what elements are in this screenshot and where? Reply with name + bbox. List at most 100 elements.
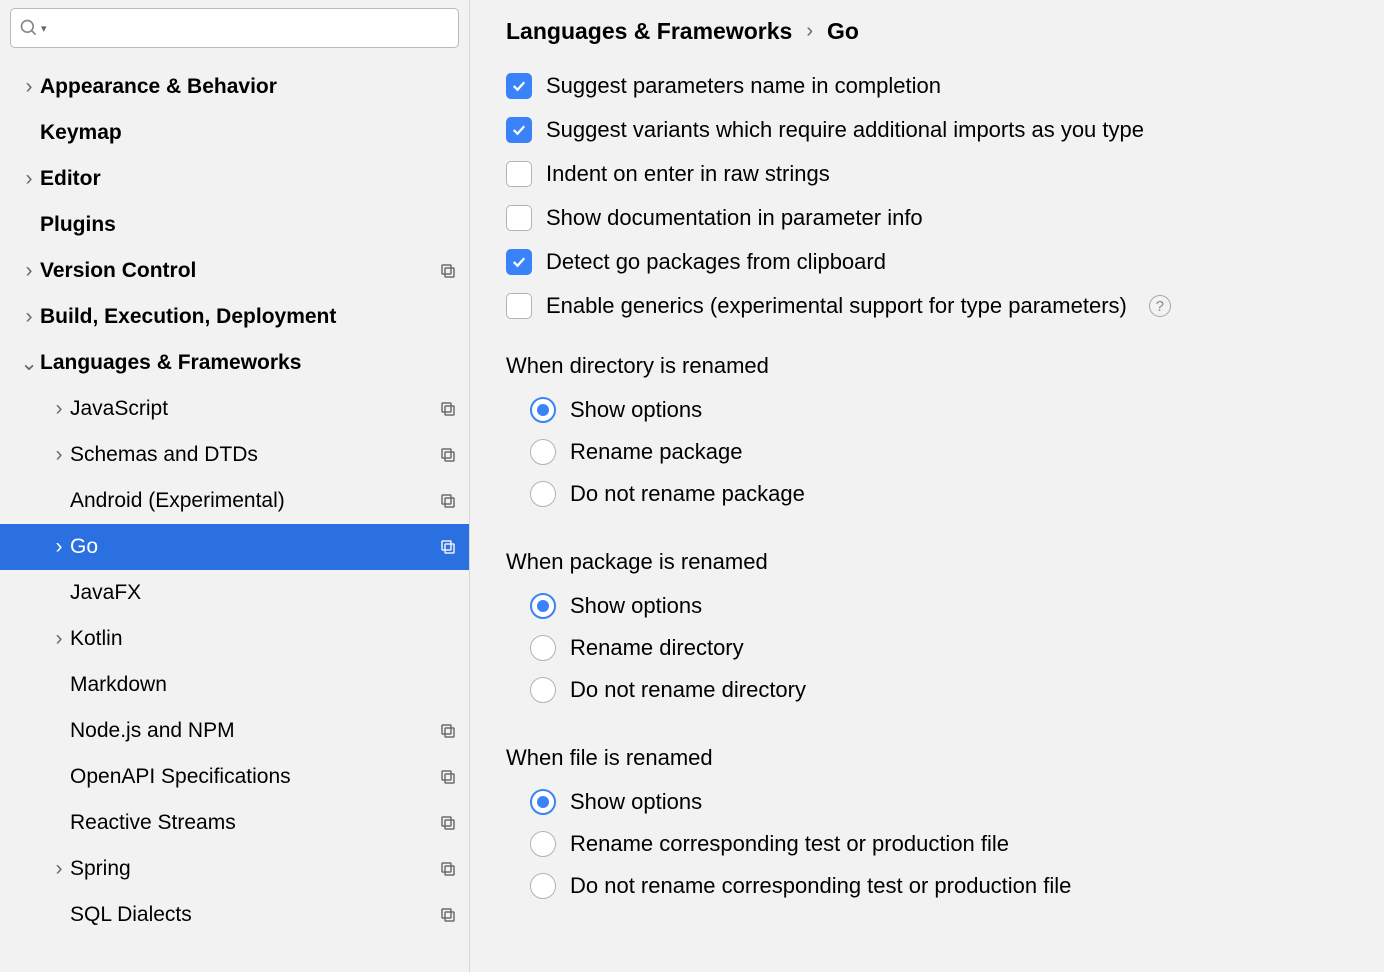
sidebar-item[interactable]: ›Appearance & Behavior (0, 64, 469, 110)
checkbox-row[interactable]: Detect go packages from clipboard (506, 249, 1348, 275)
checkbox[interactable] (506, 293, 532, 319)
radio-label: Do not rename directory (570, 677, 806, 703)
sidebar-item-label: Markdown (70, 673, 457, 697)
checkbox-row[interactable]: Suggest parameters name in completion (506, 73, 1348, 99)
breadcrumb-parent[interactable]: Languages & Frameworks (506, 18, 792, 45)
radio-button[interactable] (530, 593, 556, 619)
radio-button[interactable] (530, 789, 556, 815)
radio-option[interactable]: Do not rename directory (506, 669, 1348, 711)
radio-label: Do not rename corresponding test or prod… (570, 873, 1071, 899)
checkbox[interactable] (506, 205, 532, 231)
chevron-right-icon[interactable]: › (48, 443, 70, 467)
sidebar-item-label: Appearance & Behavior (40, 75, 457, 99)
sidebar-item[interactable]: ›Version Control (0, 248, 469, 294)
sidebar-item[interactable]: ›Schemas and DTDs (0, 432, 469, 478)
radio-label: Show options (570, 593, 702, 619)
radio-label: Rename corresponding test or production … (570, 831, 1009, 857)
chevron-right-icon[interactable]: › (48, 627, 70, 651)
chevron-right-icon[interactable]: › (18, 259, 40, 283)
sidebar-item-label: JavaScript (70, 397, 439, 421)
sidebar-item[interactable]: ›Go (0, 524, 469, 570)
chevron-right-icon[interactable]: › (48, 535, 70, 559)
sidebar-item[interactable]: ›Android (Experimental) (0, 478, 469, 524)
search-field[interactable]: ▾ (10, 8, 459, 48)
chevron-right-icon[interactable]: › (18, 305, 40, 329)
radio-label: Show options (570, 397, 702, 423)
search-dropdown-icon[interactable]: ▾ (41, 22, 47, 35)
help-icon[interactable]: ? (1149, 295, 1171, 317)
sidebar-item[interactable]: ›Kotlin (0, 616, 469, 662)
radio-button[interactable] (530, 481, 556, 507)
sidebar-item-label: Node.js and NPM (70, 719, 439, 743)
sidebar-item-label: Spring (70, 857, 439, 881)
sidebar-item-label: Kotlin (70, 627, 457, 651)
radio-button[interactable] (530, 873, 556, 899)
sidebar-item[interactable]: ›JavaScript (0, 386, 469, 432)
radio-option[interactable]: Rename package (506, 431, 1348, 473)
profile-scope-icon (439, 492, 457, 510)
breadcrumb-separator: › (806, 20, 813, 43)
checkbox-row[interactable]: Indent on enter in raw strings (506, 161, 1348, 187)
radio-option[interactable]: Do not rename corresponding test or prod… (506, 865, 1348, 907)
chevron-down-icon[interactable]: ⌄ (18, 351, 40, 376)
checkbox[interactable] (506, 73, 532, 99)
radio-label: Show options (570, 789, 702, 815)
chevron-right-icon[interactable]: › (18, 75, 40, 99)
checkbox[interactable] (506, 117, 532, 143)
search-input[interactable] (53, 18, 450, 39)
radio-button[interactable] (530, 635, 556, 661)
sidebar-item[interactable]: ›Build, Execution, Deployment (0, 294, 469, 340)
sidebar-item-label: Keymap (40, 121, 457, 145)
breadcrumb: Languages & Frameworks › Go (506, 18, 1348, 45)
radio-option[interactable]: Do not rename package (506, 473, 1348, 515)
radio-option[interactable]: Show options (506, 585, 1348, 627)
radio-group: When directory is renamed Show options Ren… (506, 353, 1348, 515)
sidebar-item[interactable]: ›Markdown (0, 662, 469, 708)
sidebar-item[interactable]: ›Reactive Streams (0, 800, 469, 846)
radio-option[interactable]: Show options (506, 781, 1348, 823)
sidebar-item-label: Go (70, 535, 439, 559)
radio-button[interactable] (530, 397, 556, 423)
chevron-right-icon[interactable]: › (48, 397, 70, 421)
profile-scope-icon (439, 722, 457, 740)
radio-group: When package is renamed Show options Renam… (506, 549, 1348, 711)
sidebar-item[interactable]: ⌄Languages & Frameworks (0, 340, 469, 386)
checkbox-label: Enable generics (experimental support fo… (546, 293, 1127, 319)
settings-sidebar: ▾ ›Appearance & Behavior›Keymap›Editor›P… (0, 0, 470, 972)
radio-label: Do not rename package (570, 481, 805, 507)
radio-option[interactable]: Show options (506, 389, 1348, 431)
radio-button[interactable] (530, 831, 556, 857)
sidebar-item[interactable]: ›OpenAPI Specifications (0, 754, 469, 800)
sidebar-item[interactable]: ›Editor (0, 156, 469, 202)
checkbox[interactable] (506, 161, 532, 187)
sidebar-item-label: Languages & Frameworks (40, 351, 457, 375)
sidebar-item[interactable]: ›Spring (0, 846, 469, 892)
checkbox-row[interactable]: Show documentation in parameter info (506, 205, 1348, 231)
sidebar-item[interactable]: ›SQL Dialects (0, 892, 469, 938)
sidebar-item[interactable]: ›Plugins (0, 202, 469, 248)
sidebar-item-label: SQL Dialects (70, 903, 439, 927)
checkbox-label: Indent on enter in raw strings (546, 161, 830, 187)
chevron-right-icon[interactable]: › (48, 857, 70, 881)
sidebar-item[interactable]: ›JavaFX (0, 570, 469, 616)
radio-group-title: When package is renamed (506, 549, 1348, 575)
checkbox-row[interactable]: Suggest variants which require additiona… (506, 117, 1348, 143)
sidebar-item[interactable]: ›Node.js and NPM (0, 708, 469, 754)
checkbox-label: Suggest parameters name in completion (546, 73, 941, 99)
checkbox-row[interactable]: Enable generics (experimental support fo… (506, 293, 1348, 319)
checkbox[interactable] (506, 249, 532, 275)
profile-scope-icon (439, 814, 457, 832)
radio-button[interactable] (530, 439, 556, 465)
chevron-right-icon[interactable]: › (18, 167, 40, 191)
checkbox-label: Detect go packages from clipboard (546, 249, 886, 275)
radio-group-title: When file is renamed (506, 745, 1348, 771)
sidebar-item[interactable]: ›Keymap (0, 110, 469, 156)
profile-scope-icon (439, 860, 457, 878)
settings-main-panel: Languages & Frameworks › Go Suggest para… (470, 0, 1384, 972)
radio-group-title: When directory is renamed (506, 353, 1348, 379)
radio-option[interactable]: Rename corresponding test or production … (506, 823, 1348, 865)
profile-scope-icon (439, 768, 457, 786)
radio-button[interactable] (530, 677, 556, 703)
sidebar-item-label: Build, Execution, Deployment (40, 305, 457, 329)
radio-option[interactable]: Rename directory (506, 627, 1348, 669)
